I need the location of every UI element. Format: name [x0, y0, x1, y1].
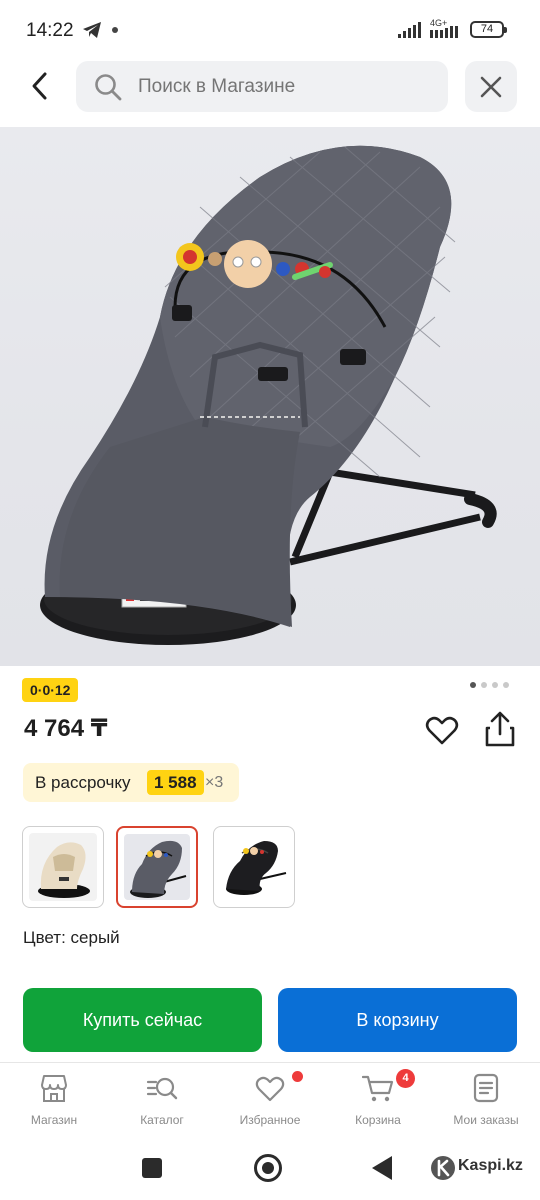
- close-icon: [480, 76, 502, 97]
- nav-cart-label: Корзина: [355, 1113, 401, 1127]
- installment-multiplier: ×3: [205, 774, 224, 791]
- installment-offer[interactable]: В рассрочку 1 588 ×3: [23, 763, 239, 802]
- nav-catalog[interactable]: Каталог: [108, 1063, 216, 1137]
- status-time: 14:22: [26, 20, 74, 41]
- installment-amount: 1 588: [147, 770, 204, 795]
- heart-icon: [425, 716, 459, 745]
- product-photo-bouncer-grey: [40, 145, 497, 645]
- thumbnail-black-bouncer: [226, 841, 287, 895]
- bottom-navigation: Магазин Каталог Избранное Корзина 4 Мои …: [0, 1062, 540, 1136]
- close-search-button[interactable]: [465, 61, 517, 112]
- system-back-button[interactable]: [372, 1156, 392, 1180]
- image-carousel-dots[interactable]: [470, 682, 509, 688]
- nav-favorites-label: Избранное: [239, 1113, 301, 1127]
- notification-dot-icon: [112, 27, 118, 33]
- kaspi-logo-icon: [431, 1156, 455, 1180]
- nav-cart[interactable]: Корзина: [324, 1063, 432, 1137]
- kaspi-watermark: Kaspi.kz: [458, 1157, 523, 1174]
- installment-label: В рассрочку: [35, 773, 131, 792]
- product-price: 4 764 ₸: [24, 715, 108, 742]
- nav-catalog-label: Каталог: [140, 1113, 184, 1127]
- color-option-grey[interactable]: [116, 826, 198, 908]
- nav-orders-label: Мои заказы: [453, 1113, 519, 1127]
- thumbnail-beige-bouncer: [38, 842, 90, 898]
- status-bar: 14:22 4G+ 74: [0, 0, 540, 60]
- nav-shop-label: Магазин: [30, 1113, 78, 1127]
- nav-shop[interactable]: Магазин: [0, 1063, 108, 1137]
- heart-icon: [255, 1076, 285, 1102]
- shop-icon: [41, 1075, 67, 1102]
- nav-orders[interactable]: Мои заказы: [432, 1063, 540, 1137]
- carousel-dot[interactable]: [481, 682, 487, 688]
- buy-now-button[interactable]: Купить сейчас: [23, 988, 262, 1052]
- add-to-favorites-button[interactable]: [424, 712, 460, 748]
- signal-secondary-icon: [430, 26, 458, 38]
- battery-icon: 74: [470, 21, 507, 38]
- share-icon: [485, 711, 515, 747]
- chevron-left-icon: [32, 72, 47, 100]
- color-option-black[interactable]: [213, 826, 295, 908]
- search-icon: [95, 74, 122, 101]
- share-button[interactable]: [482, 710, 518, 748]
- favorites-notification-dot: [292, 1071, 303, 1082]
- product-image[interactable]: [0, 127, 540, 666]
- add-to-cart-button[interactable]: В корзину: [278, 988, 517, 1052]
- color-option-beige[interactable]: [22, 826, 104, 908]
- recent-apps-button[interactable]: [142, 1158, 162, 1178]
- cart-count-badge: 4: [396, 1069, 415, 1088]
- search-box[interactable]: [76, 61, 448, 112]
- promo-badge: 0·0·12: [22, 678, 79, 702]
- system-navigation-bar: Kaspi.kz: [0, 1138, 540, 1200]
- home-button[interactable]: [254, 1154, 282, 1182]
- selected-color-label: Цвет: серый: [23, 928, 120, 947]
- carousel-dot-active[interactable]: [470, 682, 476, 688]
- signal-icon: [398, 22, 421, 38]
- nav-favorites[interactable]: Избранное: [216, 1063, 324, 1137]
- back-button[interactable]: [20, 66, 60, 106]
- thumbnail-grey-bouncer: [130, 840, 187, 898]
- orders-icon: [473, 1073, 499, 1103]
- carousel-dot[interactable]: [503, 682, 509, 688]
- catalog-search-icon: [146, 1077, 178, 1100]
- search-input[interactable]: [138, 61, 428, 112]
- cart-icon: [362, 1075, 394, 1102]
- carousel-dot[interactable]: [492, 682, 498, 688]
- telegram-icon: [83, 22, 101, 38]
